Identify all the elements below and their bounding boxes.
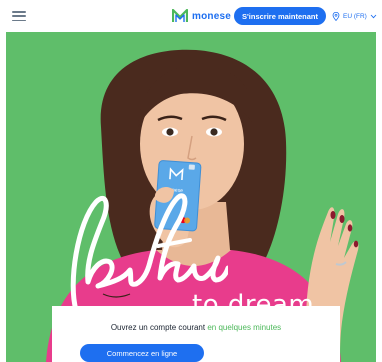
- signup-now-button[interactable]: S'inscrire maintenant: [234, 7, 326, 25]
- brand-logo[interactable]: monese: [172, 8, 231, 24]
- locale-selector[interactable]: EU (FR): [332, 10, 377, 22]
- menu-icon[interactable]: [12, 11, 26, 21]
- start-online-button[interactable]: Commencez en ligne: [80, 344, 204, 362]
- locale-label: EU (FR): [343, 12, 367, 20]
- headline-accent: en quelques minutes: [207, 323, 282, 332]
- headline-prefix: Ouvrez un compte courant: [110, 323, 206, 332]
- brand-name: monese: [192, 10, 231, 22]
- signup-headline: Ouvrez un compte courant en quelques min…: [52, 323, 340, 332]
- location-pin-icon: [332, 11, 340, 21]
- chevron-down-icon: [370, 14, 377, 18]
- top-navigation-bar: monese S'inscrire maintenant EU (FR): [0, 0, 382, 32]
- monese-logo-icon: [172, 9, 188, 22]
